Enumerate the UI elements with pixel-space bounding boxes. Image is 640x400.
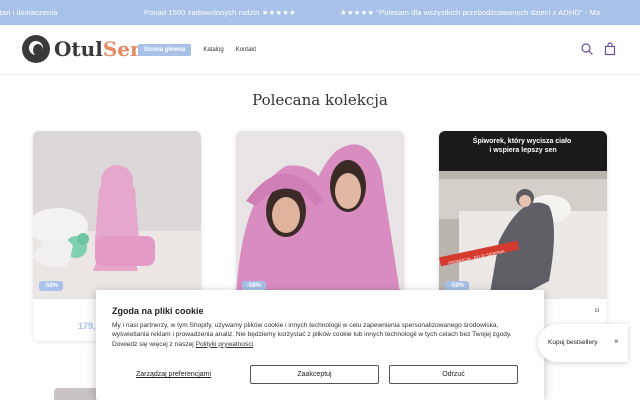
section-title: Polecana kolekcja <box>252 91 388 109</box>
discount-badge: -58% <box>39 281 64 291</box>
product-image-peek <box>54 388 98 400</box>
logo-text: OtulSen <box>54 37 145 61</box>
nav-catalog[interactable]: Katalog <box>203 47 223 53</box>
moon-logo-icon <box>22 35 50 63</box>
cookie-title: Zgoda na pliki cookie <box>112 306 204 316</box>
privacy-policy-link[interactable]: Polityki prywatności <box>196 341 254 348</box>
product-image[interactable] <box>236 131 404 299</box>
announcement-text: ★★★★★ "Polecam dla wszystkich przebodźco… <box>340 8 601 17</box>
nav-home[interactable]: Strona główna <box>138 44 192 56</box>
search-icon[interactable] <box>580 42 594 56</box>
announcement-text: Ponad 1500 zadowolonych rodzin ★★★★★ <box>144 8 296 17</box>
product-name: ci <box>594 308 599 314</box>
product-image[interactable]: PROMOCJA - DO 31 SIERPNIA Śpiworek, któr… <box>439 131 607 299</box>
cookie-body: My i nasi partnerzy, w tym Shopify, używ… <box>112 322 512 348</box>
bestseller-popup[interactable]: Kupuj bestsellery × <box>538 324 628 362</box>
logo[interactable]: OtulSen <box>22 34 145 64</box>
close-icon[interactable]: × <box>614 337 619 346</box>
product-price: 179, <box>78 321 96 331</box>
accept-button[interactable]: Zaakceptuj <box>250 365 379 384</box>
bestseller-label[interactable]: Kupuj bestsellery <box>548 339 598 346</box>
cookie-consent-banner: Zgoda na pliki cookie My i nasi partnerz… <box>96 290 544 400</box>
bag-icon[interactable] <box>603 42 617 56</box>
announcement-bar: ytań i ilomaczenia Ponad 1500 zadowolony… <box>0 0 640 25</box>
manage-preferences-link[interactable]: Zarządzaj preferencjami <box>136 371 211 378</box>
announcement-text: ytań i ilomaczenia <box>0 8 58 17</box>
nav-contact[interactable]: Kontakt <box>236 47 256 53</box>
reject-button[interactable]: Odrzuć <box>389 365 518 384</box>
product-image[interactable] <box>33 131 201 299</box>
main-nav: Strona główna Katalog Kontakt <box>138 44 256 56</box>
site-header: OtulSen Strona główna Katalog Kontakt <box>0 25 640 75</box>
